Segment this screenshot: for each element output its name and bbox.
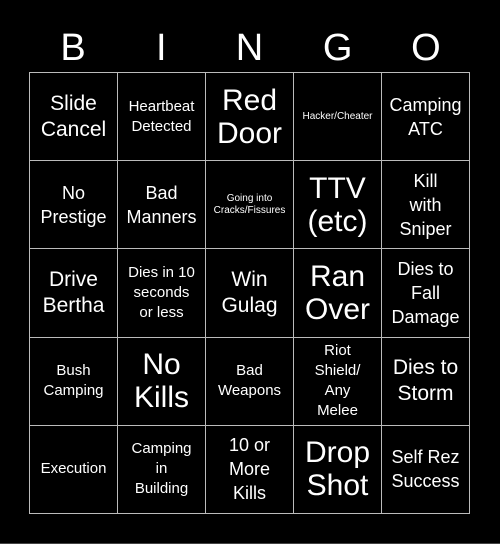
bingo-cell-label: Dies to Storm	[392, 356, 459, 406]
bingo-cell[interactable]: Camping in Building	[118, 425, 206, 514]
bingo-cell[interactable]: Hacker/Cheater	[294, 73, 382, 162]
bingo-cell-label: Hacker/Cheater	[302, 110, 373, 122]
header-letter-n: N	[235, 27, 264, 69]
bingo-cell-label: Dies in 10 seconds or less	[128, 263, 195, 321]
bingo-cell-label: Camping ATC	[389, 94, 462, 139]
bingo-cell-label: Kill with Sniper	[399, 170, 452, 239]
bingo-cell[interactable]: Bad Manners	[118, 161, 206, 250]
bingo-cell-label: No Kills	[133, 348, 189, 415]
bingo-cell[interactable]: Dies to Storm	[382, 337, 470, 426]
bingo-cell[interactable]: Ran Over	[294, 249, 382, 338]
bingo-cell[interactable]: Going into Cracks/Fissures	[206, 161, 294, 250]
bingo-cell-label: Heartbeat Detected	[128, 97, 195, 135]
header-letter-o: O	[411, 27, 441, 69]
bingo-cell[interactable]: Win Gulag	[206, 249, 294, 338]
bingo-cell[interactable]: No Kills	[118, 337, 206, 426]
bingo-cell[interactable]: 10 or More Kills	[206, 425, 294, 514]
bingo-cell-label: Dies to Fall Damage	[391, 258, 460, 327]
bingo-cell-label: Drop Shot	[304, 436, 371, 503]
bingo-cell-label: No Prestige	[40, 182, 107, 227]
bingo-header: B I N G O	[29, 28, 470, 68]
bingo-cell[interactable]: Drive Bertha	[30, 249, 118, 338]
bingo-cell[interactable]: No Prestige	[30, 161, 118, 250]
bingo-cell[interactable]: Execution	[30, 425, 118, 514]
bingo-cell-label: Riot Shield/ Any Melee	[314, 342, 361, 420]
bingo-cell-label: Win Gulag	[221, 267, 278, 317]
bingo-cell[interactable]: TTV (etc)	[294, 161, 382, 250]
bingo-cell-label: Ran Over	[304, 259, 370, 326]
bingo-cell[interactable]: Kill with Sniper	[382, 161, 470, 250]
bingo-cell-label: Red Door	[216, 83, 283, 150]
header-letter-i: I	[156, 27, 167, 69]
bingo-cell-label: Slide Cancel	[40, 91, 107, 141]
header-letter-b: B	[60, 27, 86, 69]
bingo-cell[interactable]: Red Door	[206, 73, 294, 162]
header-letter-g: G	[322, 27, 353, 69]
bingo-cell-label: Self Rez Success	[391, 447, 460, 492]
bingo-cell-label: Going into Cracks/Fissures	[213, 192, 286, 216]
bingo-cell-label: Drive Bertha	[42, 267, 105, 317]
bingo-cell-label: Execution	[40, 460, 107, 478]
bingo-cell[interactable]: Riot Shield/ Any Melee	[294, 337, 382, 426]
bingo-cell[interactable]: Heartbeat Detected	[118, 73, 206, 162]
bingo-cell[interactable]: Slide Cancel	[30, 73, 118, 162]
bingo-cell-label: Camping in Building	[131, 440, 192, 498]
bingo-card-grid: Slide Cancel Heartbeat Detected Red Door Ha…	[29, 72, 470, 514]
bingo-cell-label: TTV (etc)	[307, 171, 368, 238]
bingo-cell[interactable]: Dies to Fall Damage	[382, 249, 470, 338]
bingo-cell[interactable]: Self Rez Success	[382, 425, 470, 514]
bingo-cell[interactable]: Bad Weapons	[206, 337, 294, 426]
bingo-cell[interactable]: Drop Shot	[294, 425, 382, 514]
bingo-cell-label: Bad Manners	[126, 182, 197, 227]
bingo-cell[interactable]: Bush Camping	[30, 337, 118, 426]
bingo-cell[interactable]: Dies in 10 seconds or less	[118, 249, 206, 338]
bingo-cell-label: 10 or More Kills	[228, 435, 271, 504]
bingo-cell-label: Bad Weapons	[217, 362, 282, 400]
bingo-cell[interactable]: Camping ATC	[382, 73, 470, 162]
bingo-cell-label: Bush Camping	[43, 362, 104, 400]
